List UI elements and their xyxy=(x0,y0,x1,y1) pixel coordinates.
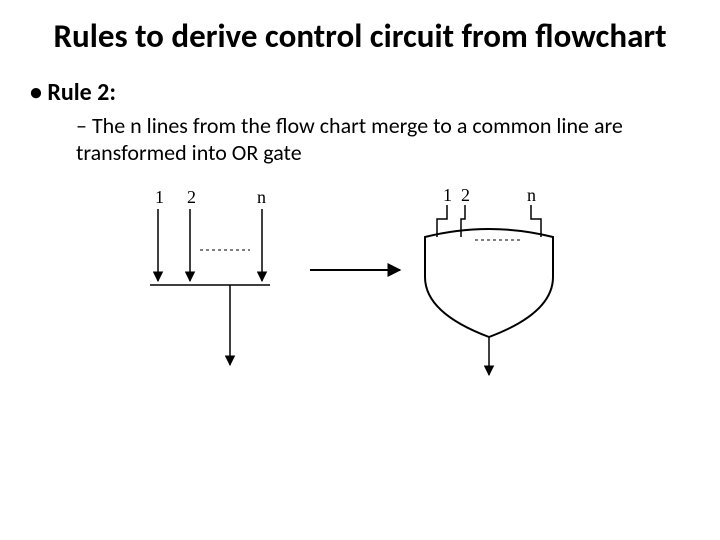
left-label-1: 1 xyxy=(155,187,164,207)
right-label-1: 1 xyxy=(443,185,452,205)
right-label-2: 2 xyxy=(461,185,470,205)
rule-heading: Rule 2: xyxy=(30,78,692,107)
merge-flowchart: 1 2 n xyxy=(150,187,270,365)
left-label-2: 2 xyxy=(187,187,196,207)
or-gate: 1 2 n xyxy=(425,185,553,375)
left-label-n: n xyxy=(257,187,266,207)
slide-title: Rules to derive control circuit from flo… xyxy=(48,18,672,56)
right-label-n: n xyxy=(527,185,536,205)
rule-body: The n lines from the flow chart merge to… xyxy=(76,113,692,167)
rule2-diagram: 1 2 n 1 2 n xyxy=(125,185,595,395)
